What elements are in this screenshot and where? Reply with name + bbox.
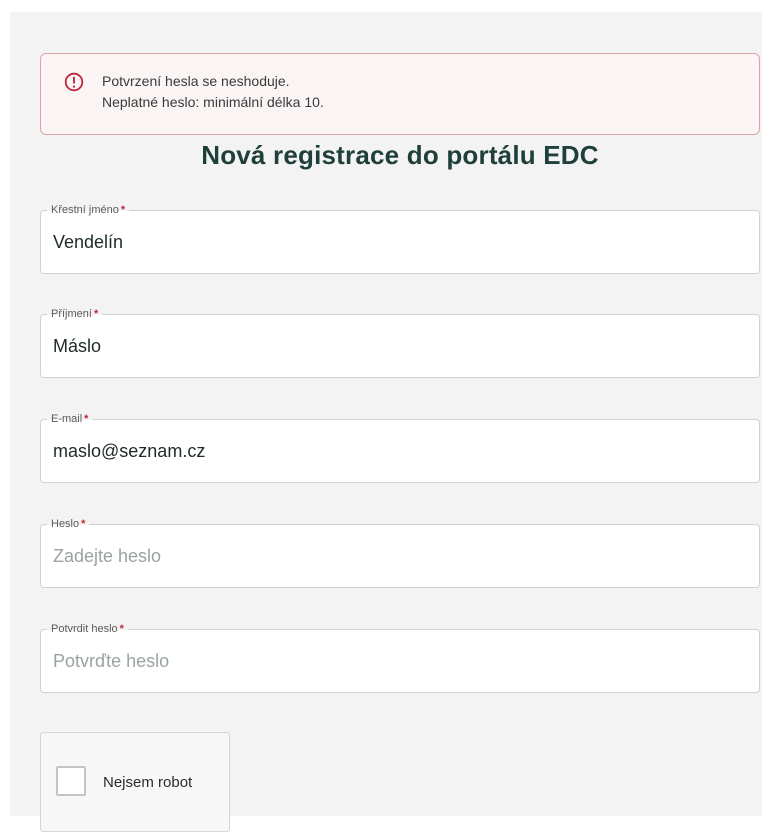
recaptcha-checkbox[interactable] — [56, 766, 86, 796]
first-name-label: Křestní jméno * — [47, 203, 130, 217]
password-label: Heslo * — [47, 517, 90, 531]
first-name-field[interactable]: Křestní jméno * — [40, 203, 760, 274]
password-field[interactable]: Heslo * — [40, 517, 760, 588]
alert-messages: Potvrzení hesla se neshoduje. Neplatné h… — [102, 71, 324, 113]
confirm-password-label: Potvrdit heslo * — [47, 622, 128, 636]
recaptcha-widget: Nejsem robot — [40, 732, 230, 832]
last-name-field[interactable]: Příjmení * — [40, 307, 760, 378]
alert-message-password-length: Neplatné heslo: minimální délka 10. — [102, 94, 324, 110]
confirm-password-input[interactable] — [53, 646, 743, 676]
email-label: E-mail * — [47, 412, 93, 426]
alert-message-password-mismatch: Potvrzení hesla se neshoduje. — [102, 73, 290, 89]
recaptcha-label: Nejsem robot — [103, 774, 193, 791]
confirm-password-field[interactable]: Potvrdit heslo * — [40, 622, 760, 693]
password-input[interactable] — [53, 541, 743, 571]
email-field[interactable]: E-mail * — [40, 412, 760, 483]
first-name-input[interactable] — [53, 227, 743, 257]
error-alert: Potvrzení hesla se neshoduje. Neplatné h… — [40, 53, 760, 135]
required-marker: * — [93, 308, 99, 320]
required-marker: * — [84, 413, 89, 425]
required-marker: * — [119, 623, 124, 635]
last-name-label: Příjmení * — [47, 307, 103, 321]
last-name-input[interactable] — [53, 331, 743, 361]
required-marker: * — [120, 204, 126, 216]
page-title: Nová registrace do portálu EDC — [201, 140, 599, 170]
email-input[interactable] — [53, 436, 743, 466]
error-icon — [64, 72, 84, 92]
required-marker: * — [81, 518, 86, 530]
